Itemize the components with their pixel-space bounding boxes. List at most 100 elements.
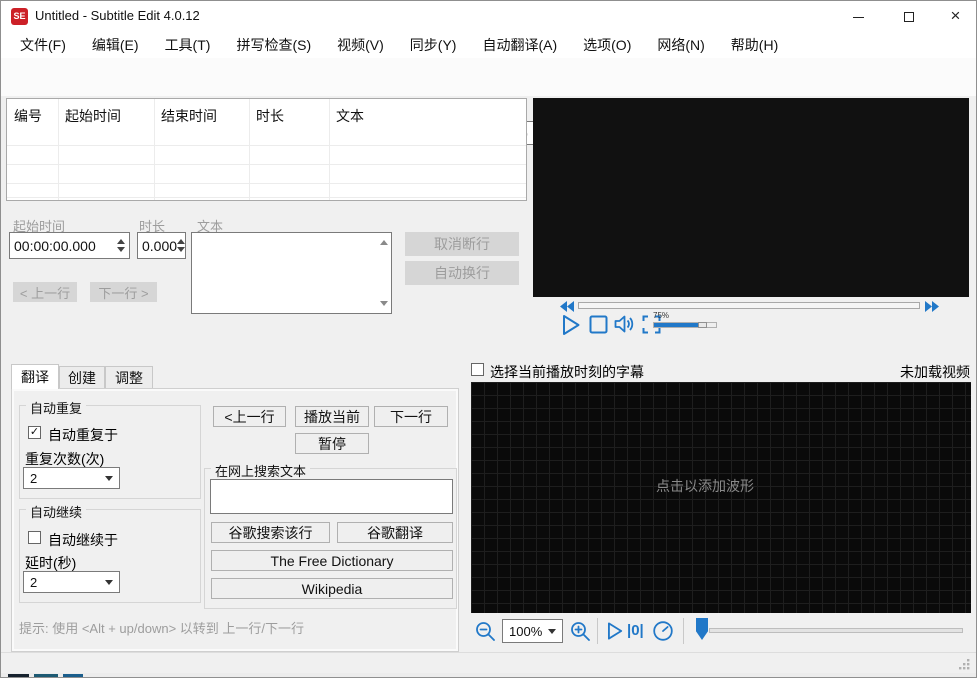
free-dictionary-button[interactable]: The Free Dictionary [211,550,453,571]
volume-slider[interactable] [653,322,717,328]
web-search-input[interactable] [210,479,453,514]
volume-control[interactable]: 75% [653,311,717,328]
spinner-arrows-icon[interactable] [177,239,186,252]
auto-continue-group-label: 自动继续 [26,502,87,521]
volume-handle[interactable] [698,322,707,328]
video-display[interactable] [533,98,969,297]
delay-value: 2 [30,574,38,590]
duration-spinner[interactable]: 0.000 [137,232,186,259]
menu-tools[interactable]: 工具(T) [152,31,224,59]
auto-continue-checkbox-label: 自动继续于 [48,532,118,548]
play-icon[interactable] [557,312,583,338]
column-header-end-time[interactable]: 结束时间 [161,106,217,126]
tab-adjust[interactable]: 调整 [105,366,153,389]
menu-bar: 文件(F) 编辑(E) 工具(T) 拼写检查(S) 视频(V) 同步(Y) 自动… [1,31,976,58]
chevron-down-icon [105,579,113,585]
app-logo-icon: SE [11,8,28,25]
spinner-arrows-icon[interactable] [117,239,125,252]
column-header-duration[interactable]: 时长 [256,106,284,126]
menu-sync[interactable]: 同步(Y) [397,31,470,59]
status-bar [1,652,976,673]
menu-options[interactable]: 选项(O) [570,31,644,59]
toolbar: ? 格式 SubRip (.srt) 编码方式 UTF-8 with BOM [1,58,976,147]
video-status-label: 未加载视频 [900,364,970,380]
unbreak-button[interactable]: 取消断行 [405,232,519,256]
column-header-number[interactable]: 编号 [14,106,42,126]
repeat-count-select[interactable]: 2 [23,467,120,489]
zoom-out-icon[interactable] [474,620,498,644]
play-from-zero-icon[interactable]: |0| [627,622,644,639]
video-seek-bar[interactable] [578,302,920,309]
auto-continue-checkbox[interactable] [28,531,41,544]
menu-file[interactable]: 文件(F) [7,31,79,59]
auto-repeat-checkbox-label: 自动重复于 [48,427,118,443]
duration-value: 0.000 [142,237,178,254]
auto-repeat-group-label: 自动重复 [26,398,87,417]
mute-icon[interactable] [613,312,637,336]
next-row-button[interactable]: 下一行 [374,406,448,427]
stop-icon[interactable] [589,315,608,334]
google-translate-button[interactable]: 谷歌翻译 [337,522,453,543]
delay-select[interactable]: 2 [23,571,120,593]
prev-line-button[interactable]: < 上一行 [13,282,77,302]
taskbar-item [34,674,58,677]
resize-grip-icon[interactable] [959,659,970,670]
select-current-subtitle-label: 选择当前播放时刻的字幕 [490,364,644,380]
taskbar-sliver [1,673,976,677]
window-title: Untitled - Subtitle Edit 4.0.12 [35,8,200,23]
subtitle-list[interactable]: 编号 起始时间 结束时间 时长 文本 [6,98,527,201]
pause-button[interactable]: 暂停 [295,433,369,454]
minimize-icon [853,16,864,18]
waveform-play-icon[interactable] [603,620,625,642]
subtitle-text-area[interactable] [191,232,392,314]
menu-autotranslate[interactable]: 自动翻译(A) [469,31,570,59]
maximize-button[interactable] [886,1,931,31]
seek-back-icon[interactable] [560,301,574,312]
column-divider [249,99,250,200]
column-header-start-time[interactable]: 起始时间 [65,106,121,126]
prev-row-button[interactable]: <上一行 [213,406,286,427]
auto-break-button[interactable]: 自动换行 [405,261,519,285]
column-divider [154,99,155,200]
next-line-button[interactable]: 下一行 > [90,282,157,302]
tab-create[interactable]: 创建 [59,366,105,389]
seek-forward-icon[interactable] [925,301,939,312]
volume-fill [654,323,698,327]
delay-label: 延时(秒) [25,555,77,571]
zoom-in-icon[interactable] [569,620,593,644]
column-header-text[interactable]: 文本 [336,106,364,126]
menu-edit[interactable]: 编辑(E) [79,31,152,59]
tab-translate[interactable]: 翻译 [11,364,59,389]
google-search-button[interactable]: 谷歌搜索该行 [211,522,330,543]
control-separator [597,618,598,644]
waveform-position-slider[interactable] [709,628,963,633]
row-divider [7,197,526,198]
start-time-spinner[interactable]: 00:00:00.000 [9,232,130,259]
menu-video[interactable]: 视频(V) [324,31,397,59]
close-button[interactable]: × [933,1,976,31]
volume-percent: 75% [653,311,670,320]
title-bar: SE Untitled - Subtitle Edit 4.0.12 × [1,1,976,31]
menu-help[interactable]: 帮助(H) [718,31,791,59]
repeat-count-value: 2 [30,470,38,486]
select-current-subtitle-checkbox[interactable] [471,363,484,376]
auto-repeat-checkbox[interactable]: ✓ [28,426,41,439]
column-divider [329,99,330,200]
wikipedia-button[interactable]: Wikipedia [211,578,453,599]
waveform-position-handle[interactable] [696,618,708,640]
speed-gauge-icon[interactable] [651,619,675,643]
menu-spellcheck[interactable]: 拼写检查(S) [223,31,324,59]
start-time-value: 00:00:00.000 [14,237,96,254]
scroll-up-icon[interactable] [380,240,388,245]
repeat-count-label: 重复次数(次) [25,451,105,467]
minimize-button[interactable] [836,1,881,31]
waveform-zoom-select[interactable]: 100% [502,619,563,643]
chevron-down-icon [105,475,113,481]
play-current-button[interactable]: 播放当前 [295,406,369,427]
taskbar-item [8,674,29,677]
menu-network[interactable]: 网络(N) [644,31,717,59]
scroll-down-icon[interactable] [380,301,388,306]
web-search-group-label: 在网上搜索文本 [211,461,311,480]
taskbar-item [63,674,83,677]
waveform-area[interactable]: 点击以添加波形 [471,382,971,613]
